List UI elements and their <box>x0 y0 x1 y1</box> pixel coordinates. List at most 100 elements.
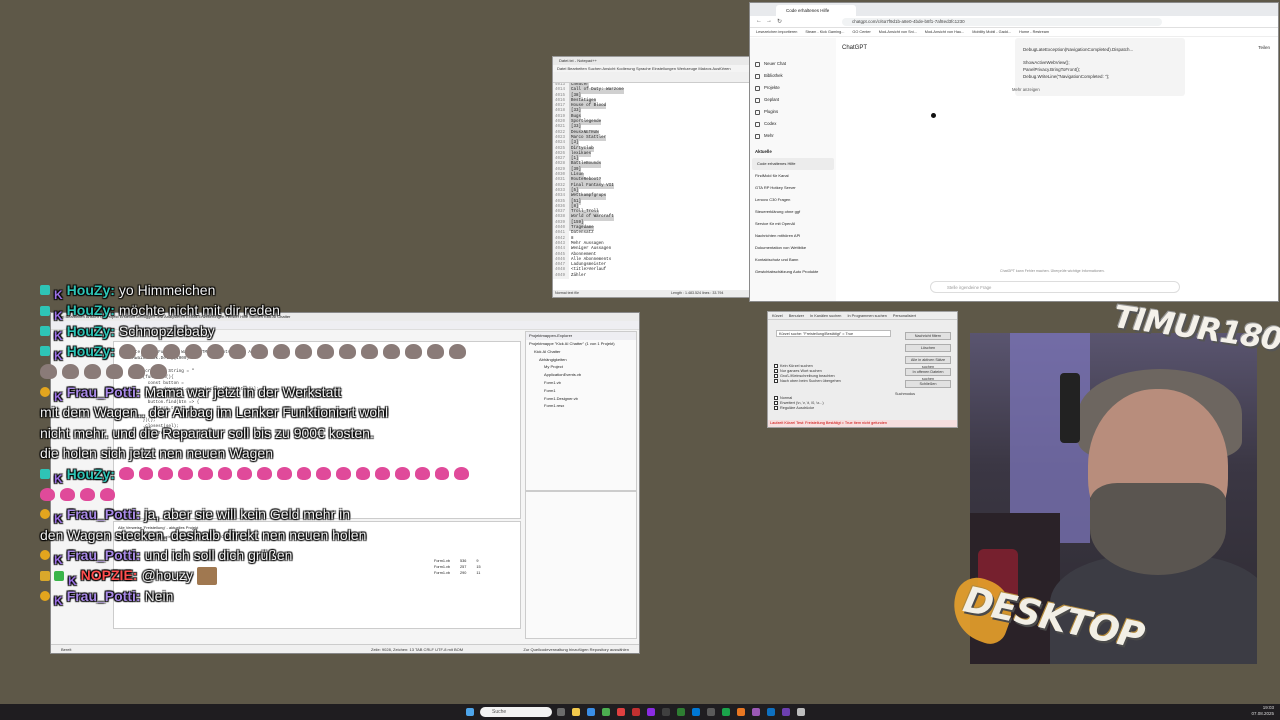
find-dialog[interactable]: Kürzel Benutzer In Kanälen suchen In Progra… <box>767 311 958 428</box>
app-icon[interactable] <box>602 708 610 716</box>
back-icon[interactable]: ← <box>756 18 762 24</box>
checkbox-box[interactable] <box>774 379 778 383</box>
browser-tab-active[interactable]: Code erhaltenes Hilfe <box>776 5 856 16</box>
chat-history-item[interactable]: Service für mit OpenAI <box>750 218 836 230</box>
app10-icon[interactable] <box>752 708 760 716</box>
taskbar-search[interactable]: Suche <box>480 707 552 717</box>
solution-explorer[interactable]: Projektmappen-Explorer Projektmappe "Kic… <box>525 331 637 491</box>
bookmark-item[interactable]: Home - Restream <box>1019 28 1049 36</box>
vs-icon[interactable] <box>782 708 790 716</box>
solution-item[interactable]: Abhängigkeiten <box>526 356 636 364</box>
sidebar-nav-item[interactable]: Mehr <box>750 130 836 142</box>
chat-history-item[interactable]: GTA RP Hotkey Server <box>750 182 836 194</box>
notepad-window[interactable]: Datei.txt - Notepad++ Datei Bearbeiten S… <box>552 56 752 298</box>
bookmark-item[interactable]: Lesezeichen importieren <box>756 28 797 36</box>
start-icon[interactable] <box>466 708 474 716</box>
dialog-tab[interactable]: Personalisiert <box>893 312 916 319</box>
explorer-icon[interactable] <box>572 708 580 716</box>
dialog-search-field[interactable]: Kürzel suche: "Freistellung/Bestätigt" =… <box>776 330 891 337</box>
notepad-menu[interactable]: Datei Bearbeiten Suchen Ansicht Kodierun… <box>553 65 751 72</box>
dialog-button[interactable]: Löschen <box>905 344 951 352</box>
dialog-checkbox[interactable]: Nach oben beim Suchen übergehen <box>774 379 841 383</box>
solution-item[interactable]: Form1 <box>526 387 636 395</box>
dialog-radio[interactable]: Normal <box>774 396 792 400</box>
sidebar-nav-item[interactable]: Plugins <box>750 106 836 118</box>
app9-icon[interactable] <box>737 708 745 716</box>
prompt-input[interactable]: Stelle irgendeine Frage <box>930 281 1180 293</box>
radio-box[interactable] <box>774 406 778 410</box>
app4-icon[interactable] <box>662 708 670 716</box>
dialog-checkbox[interactable]: Groß-/Kleinschreibung beachten <box>774 374 835 378</box>
chat-history-item[interactable]: Lenovo C30 Fragen <box>750 194 836 206</box>
forward-icon[interactable]: → <box>766 18 772 24</box>
dialog-tab[interactable]: Kürzel <box>772 312 783 319</box>
sidebar-nav-item[interactable]: Projekte <box>750 82 836 94</box>
solution-item[interactable]: Kick AI Chatter <box>526 348 636 356</box>
reload-icon[interactable]: ↻ <box>777 18 782 25</box>
dialog-button[interactable]: Schließen <box>905 380 951 388</box>
sidebar-nav-item[interactable]: Neuer Chat <box>750 58 836 70</box>
bookmark-item[interactable]: Mod-Ansicht von Sni... <box>879 28 917 36</box>
crown-badge-icon <box>40 570 50 581</box>
bookmark-item[interactable]: Steam - Kick Gaming... <box>805 28 844 36</box>
bookmark-item[interactable]: Mod-Ansicht von Hau... <box>925 28 964 36</box>
solution-item[interactable]: My Project <box>526 363 636 371</box>
chat-history-item[interactable]: Code erhaltenes Hilfe <box>752 158 834 170</box>
checkbox-box[interactable] <box>774 364 778 368</box>
taskbar-clock[interactable]: 19:03 07.08.2025 <box>1251 705 1274 717</box>
dialog-checkbox[interactable]: Kein Kürzel suchen <box>774 364 813 368</box>
chatgpt-brand[interactable]: ChatGPT <box>842 45 867 51</box>
app11-icon[interactable] <box>767 708 775 716</box>
app12-icon[interactable] <box>797 708 805 716</box>
solution-item[interactable]: ApplicationEvents.vb <box>526 371 636 379</box>
sidebar-nav-item[interactable]: Geplant <box>750 94 836 106</box>
sidebar-nav-item[interactable]: Codex <box>750 118 836 130</box>
app7-icon[interactable] <box>707 708 715 716</box>
taskview-icon[interactable] <box>557 708 565 716</box>
url-input[interactable]: chatgpt.com/c/6a7f9d1b-a8e0-4bde-b8f1-7a… <box>842 18 1162 26</box>
solution-item[interactable]: Form1.vb <box>526 379 636 387</box>
dialog-tab[interactable]: In Programmen suchen <box>847 312 886 319</box>
bookmark-item[interactable]: GO Center <box>852 28 870 36</box>
app2-icon[interactable] <box>617 708 625 716</box>
dialog-button[interactable]: Alle in aktiven Sätze suchen <box>905 356 951 369</box>
chat-history-item[interactable]: FindMold für Kanal <box>750 170 836 182</box>
dialog-button[interactable]: Nachricht filtern <box>905 332 951 340</box>
solution-item[interactable]: Projektmappe "Kick AI Chatter" (1 von 1 … <box>526 340 636 348</box>
emote-icon <box>272 343 290 359</box>
chat-history-item[interactable]: Steuererklärung ohne ggf <box>750 206 836 218</box>
share-button[interactable]: Teilen <box>1258 45 1270 50</box>
edge-icon[interactable] <box>587 708 595 716</box>
chat-username: NOPZIE: <box>80 567 138 584</box>
obs-icon[interactable] <box>647 708 655 716</box>
app8-icon[interactable] <box>722 708 730 716</box>
notepad-toolbar[interactable] <box>553 72 751 83</box>
browser-window[interactable]: Code erhaltenes Hilfe ← → ↻ chatgpt.com/… <box>749 2 1279 302</box>
radio-box[interactable] <box>774 396 778 400</box>
app3-icon[interactable] <box>632 708 640 716</box>
dialog-radio[interactable]: Erweitert (\n, \r, \t, \0, \x...) <box>774 401 824 405</box>
app6-icon[interactable] <box>692 708 700 716</box>
dialog-checkbox[interactable]: Nur ganzes Wort suchen <box>774 369 822 373</box>
emote-icon <box>140 343 158 359</box>
dialog-button[interactable]: In offenen Dateien suchen <box>905 368 951 381</box>
checkbox-box[interactable] <box>774 369 778 373</box>
dialog-tab[interactable]: In Kanälen suchen <box>810 312 841 319</box>
dialog-radio[interactable]: Reguläre Ausdrücke <box>774 406 814 410</box>
dialog-tab[interactable]: Benutzer <box>789 312 804 319</box>
chat-history-item[interactable]: Dokumentation von Wettbike <box>750 242 836 254</box>
notepad-editor[interactable]: 4013 Cheater 4014 Call of Duty: Warzone 4015… <box>553 83 751 290</box>
solution-item[interactable]: Form1.Designer.vb <box>526 395 636 403</box>
chat-history-item[interactable]: Gewichtabschätzung Auto Produkte <box>750 266 836 278</box>
show-more-link[interactable]: Mehr anzeigen <box>1012 87 1040 92</box>
ide-status-right[interactable]: Zur Quellcodeverwaltung hinzufügen Repos… <box>523 645 629 654</box>
chat-history-item[interactable]: Nachrichten mithören API <box>750 230 836 242</box>
app5-icon[interactable] <box>677 708 685 716</box>
radio-box[interactable] <box>774 401 778 405</box>
properties-panel[interactable] <box>525 491 637 639</box>
checkbox-box[interactable] <box>774 374 778 378</box>
sidebar-nav-item[interactable]: Bibliothek <box>750 70 836 82</box>
chat-history-item[interactable]: Kontaktschutz und Bann <box>750 254 836 266</box>
bookmark-item[interactable]: Mobility Mobil - Gadd... <box>972 28 1011 36</box>
solution-item[interactable]: Form1.resx <box>526 402 636 410</box>
